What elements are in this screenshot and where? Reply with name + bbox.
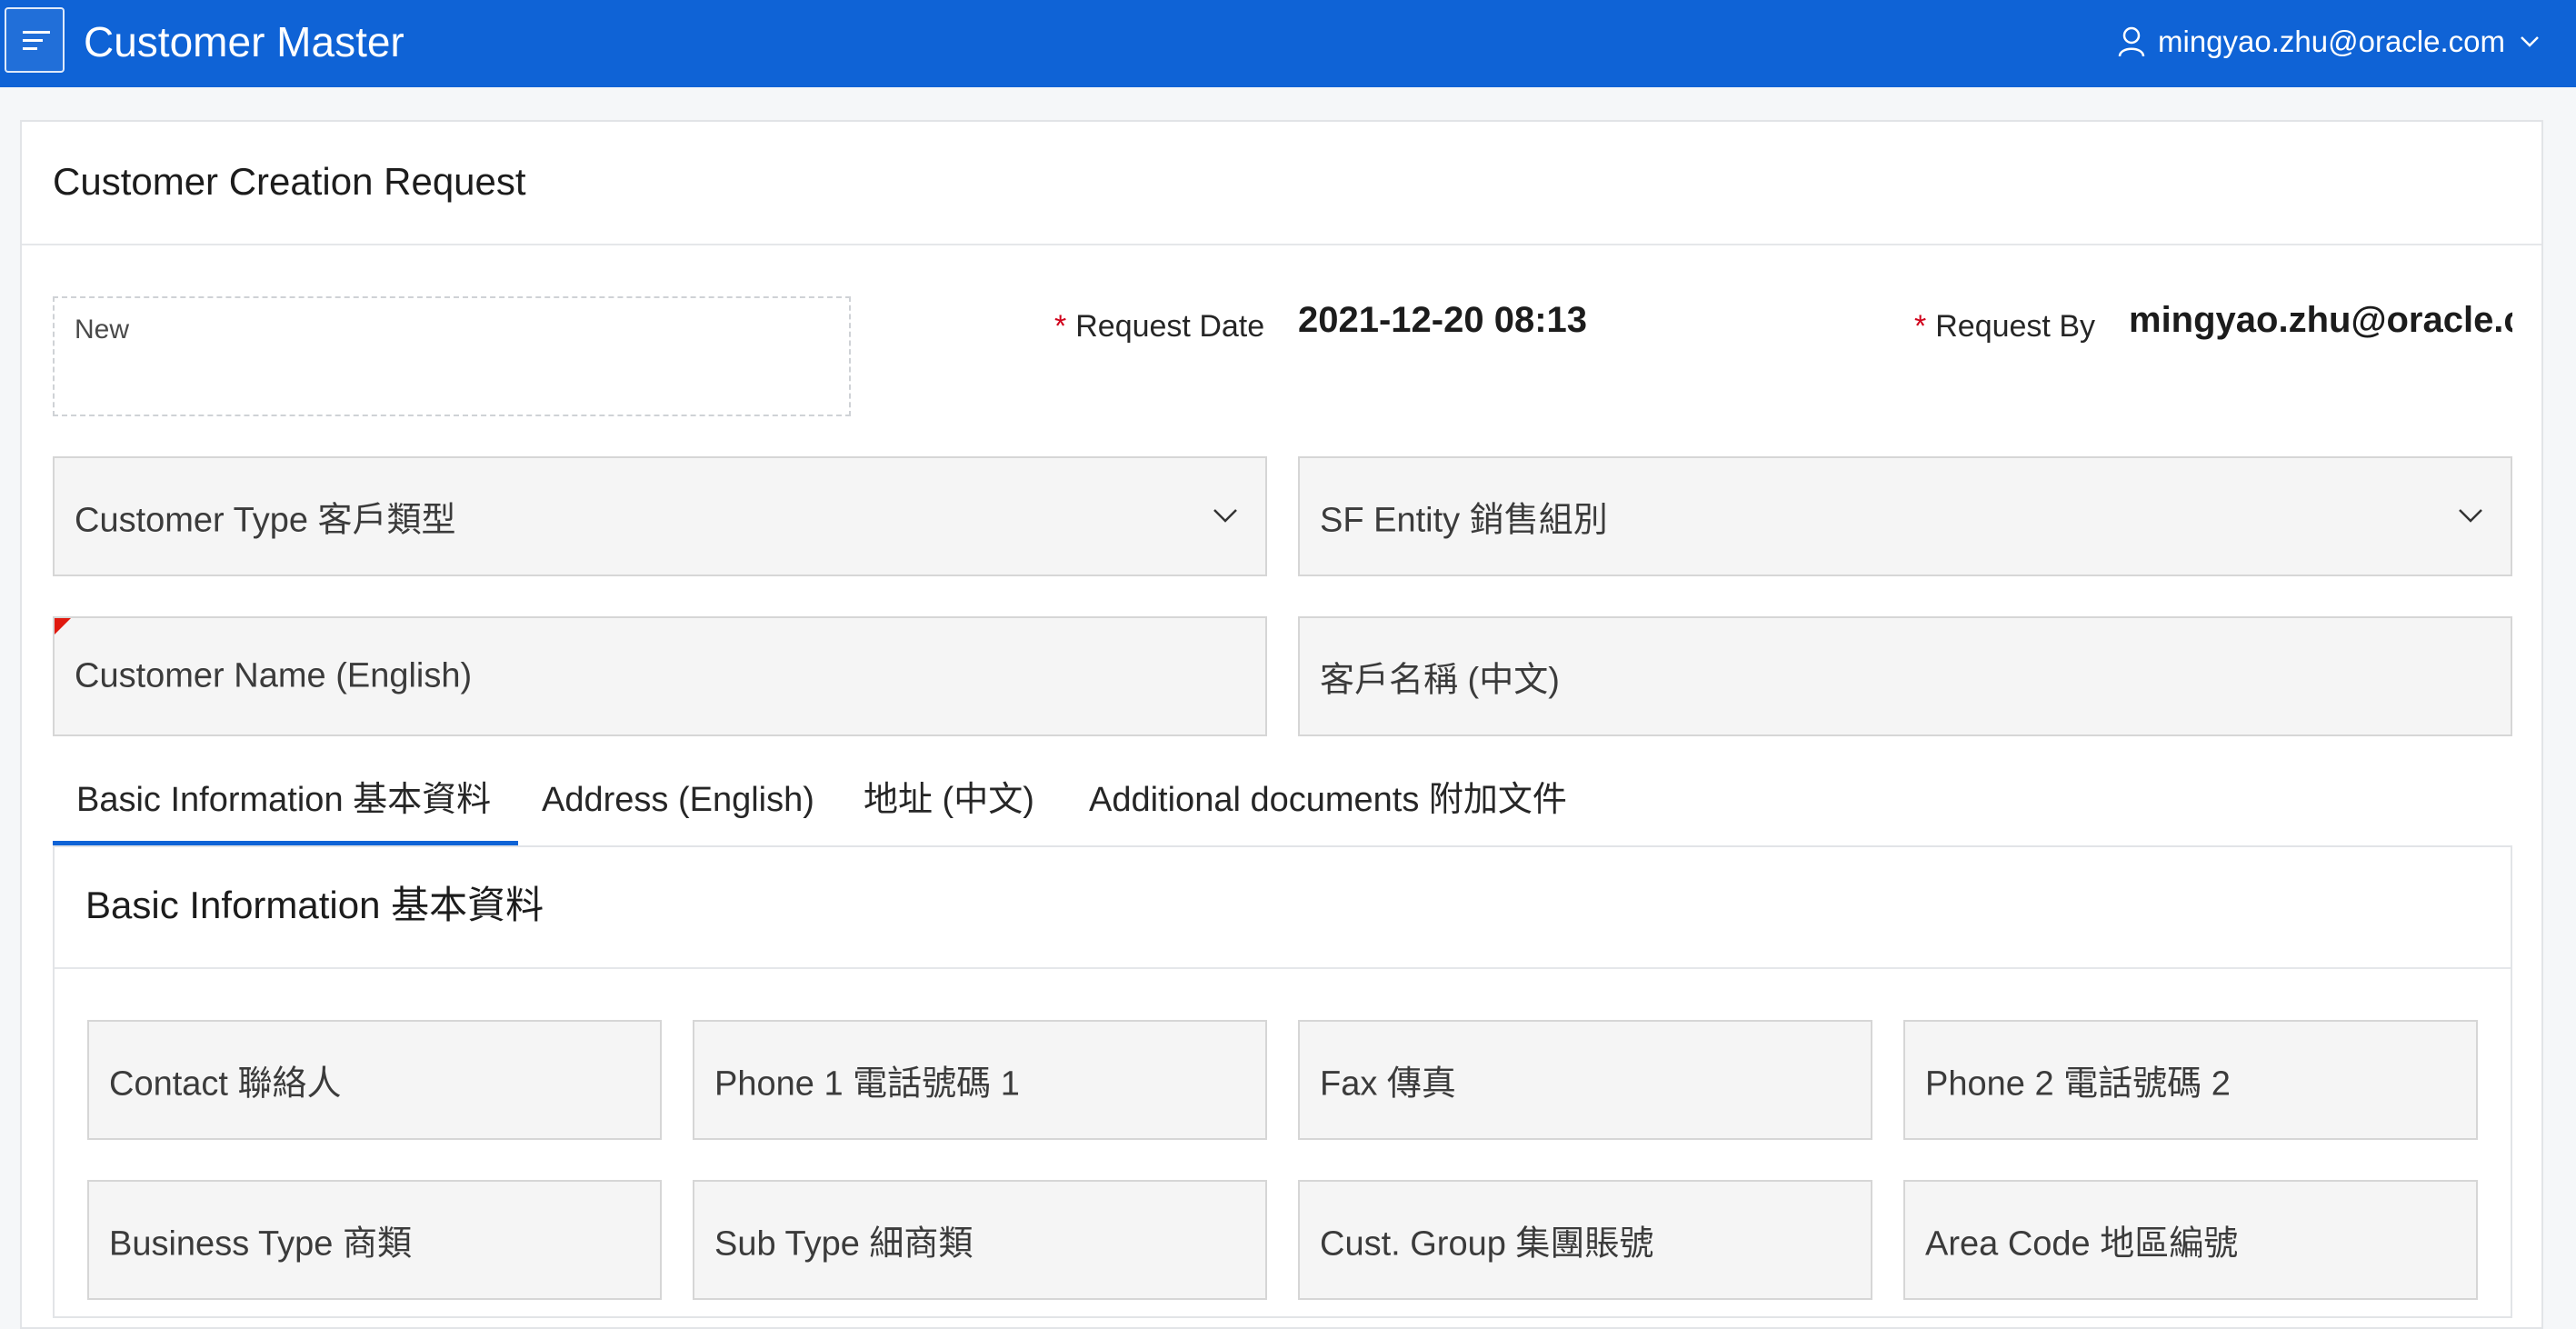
customer-name-english-input[interactable]: Customer Name (English): [53, 616, 1267, 736]
tab-basic-information[interactable]: Basic Information 基本資料: [53, 769, 518, 845]
cust-group-placeholder: Cust. Group 集團賬號: [1320, 1224, 1654, 1264]
request-date-value: 2021-12-20 08:13: [1298, 300, 1588, 340]
region-header: Customer Creation Request: [22, 122, 2541, 245]
chevron-down-icon: [1213, 508, 1238, 525]
chevron-down-icon: [2458, 508, 2483, 525]
fax-placeholder: Fax 傳真: [1320, 1064, 1456, 1104]
request-by-label: * Request By: [1914, 309, 2095, 344]
user-icon: [2118, 26, 2145, 57]
status-value: New: [75, 315, 130, 345]
status-display: New: [53, 296, 851, 416]
app-title[interactable]: Customer Master: [84, 16, 404, 67]
basic-information-title: Basic Information 基本資料: [85, 884, 544, 926]
contact-placeholder: Contact 聯絡人: [109, 1064, 342, 1104]
business-type-placeholder: Business Type 商類: [109, 1224, 413, 1264]
sub-type-placeholder: Sub Type 細商類: [714, 1224, 973, 1264]
cust-group-input[interactable]: Cust. Group 集團賬號: [1298, 1180, 1872, 1300]
phone-1-input[interactable]: Phone 1 電話號碼 1: [693, 1020, 1267, 1140]
top-navigation-bar: Customer Master mingyao.zhu@oracle.com: [0, 0, 2576, 87]
phone-2-placeholder: Phone 2 電話號碼 2: [1925, 1064, 2231, 1104]
customer-name-chinese-input[interactable]: 客戶名稱 (中文): [1298, 616, 2512, 736]
business-type-input[interactable]: Business Type 商類: [87, 1180, 662, 1300]
user-name: mingyao.zhu@oracle.com: [2158, 25, 2505, 58]
tab-address-chinese[interactable]: 地址 (中文): [840, 769, 1058, 845]
chevron-down-icon: [2520, 35, 2540, 48]
tab-address-english[interactable]: Address (English): [518, 769, 838, 845]
request-date-label: * Request Date: [1054, 309, 1265, 344]
required-marker: *: [1914, 309, 1927, 344]
navigation-menu-button[interactable]: [5, 7, 65, 73]
user-menu[interactable]: mingyao.zhu@oracle.com: [2118, 20, 2540, 64]
region-title: Customer Creation Request: [53, 160, 526, 203]
area-code-input[interactable]: Area Code 地區編號: [1903, 1180, 2478, 1300]
tab-additional-documents[interactable]: Additional documents 附加文件: [1065, 769, 1591, 845]
customer-name-english-placeholder: Customer Name (English): [75, 656, 473, 695]
sf-entity-select[interactable]: SF Entity 銷售組別: [1298, 456, 2512, 576]
request-by-value: mingyao.zhu@oracle.com: [2129, 300, 2512, 340]
fax-input[interactable]: Fax 傳真: [1298, 1020, 1872, 1140]
customer-name-chinese-placeholder: 客戶名稱 (中文): [1320, 661, 1560, 700]
sf-entity-placeholder: SF Entity 銷售組別: [1320, 501, 1608, 540]
hamburger-menu-icon: [23, 31, 50, 50]
area-code-placeholder: Area Code 地區編號: [1925, 1224, 2239, 1264]
phone-2-input[interactable]: Phone 2 電話號碼 2: [1903, 1020, 2478, 1140]
customer-type-select[interactable]: Customer Type 客戶類型: [53, 456, 1267, 576]
phone-1-placeholder: Phone 1 電話號碼 1: [714, 1064, 1020, 1104]
required-flag-icon: [55, 618, 71, 635]
sub-type-input[interactable]: Sub Type 細商類: [693, 1180, 1267, 1300]
contact-input[interactable]: Contact 聯絡人: [87, 1020, 662, 1140]
required-marker: *: [1054, 309, 1067, 344]
basic-information-header: Basic Information 基本資料: [55, 847, 2511, 969]
customer-type-placeholder: Customer Type 客戶類型: [75, 501, 456, 540]
